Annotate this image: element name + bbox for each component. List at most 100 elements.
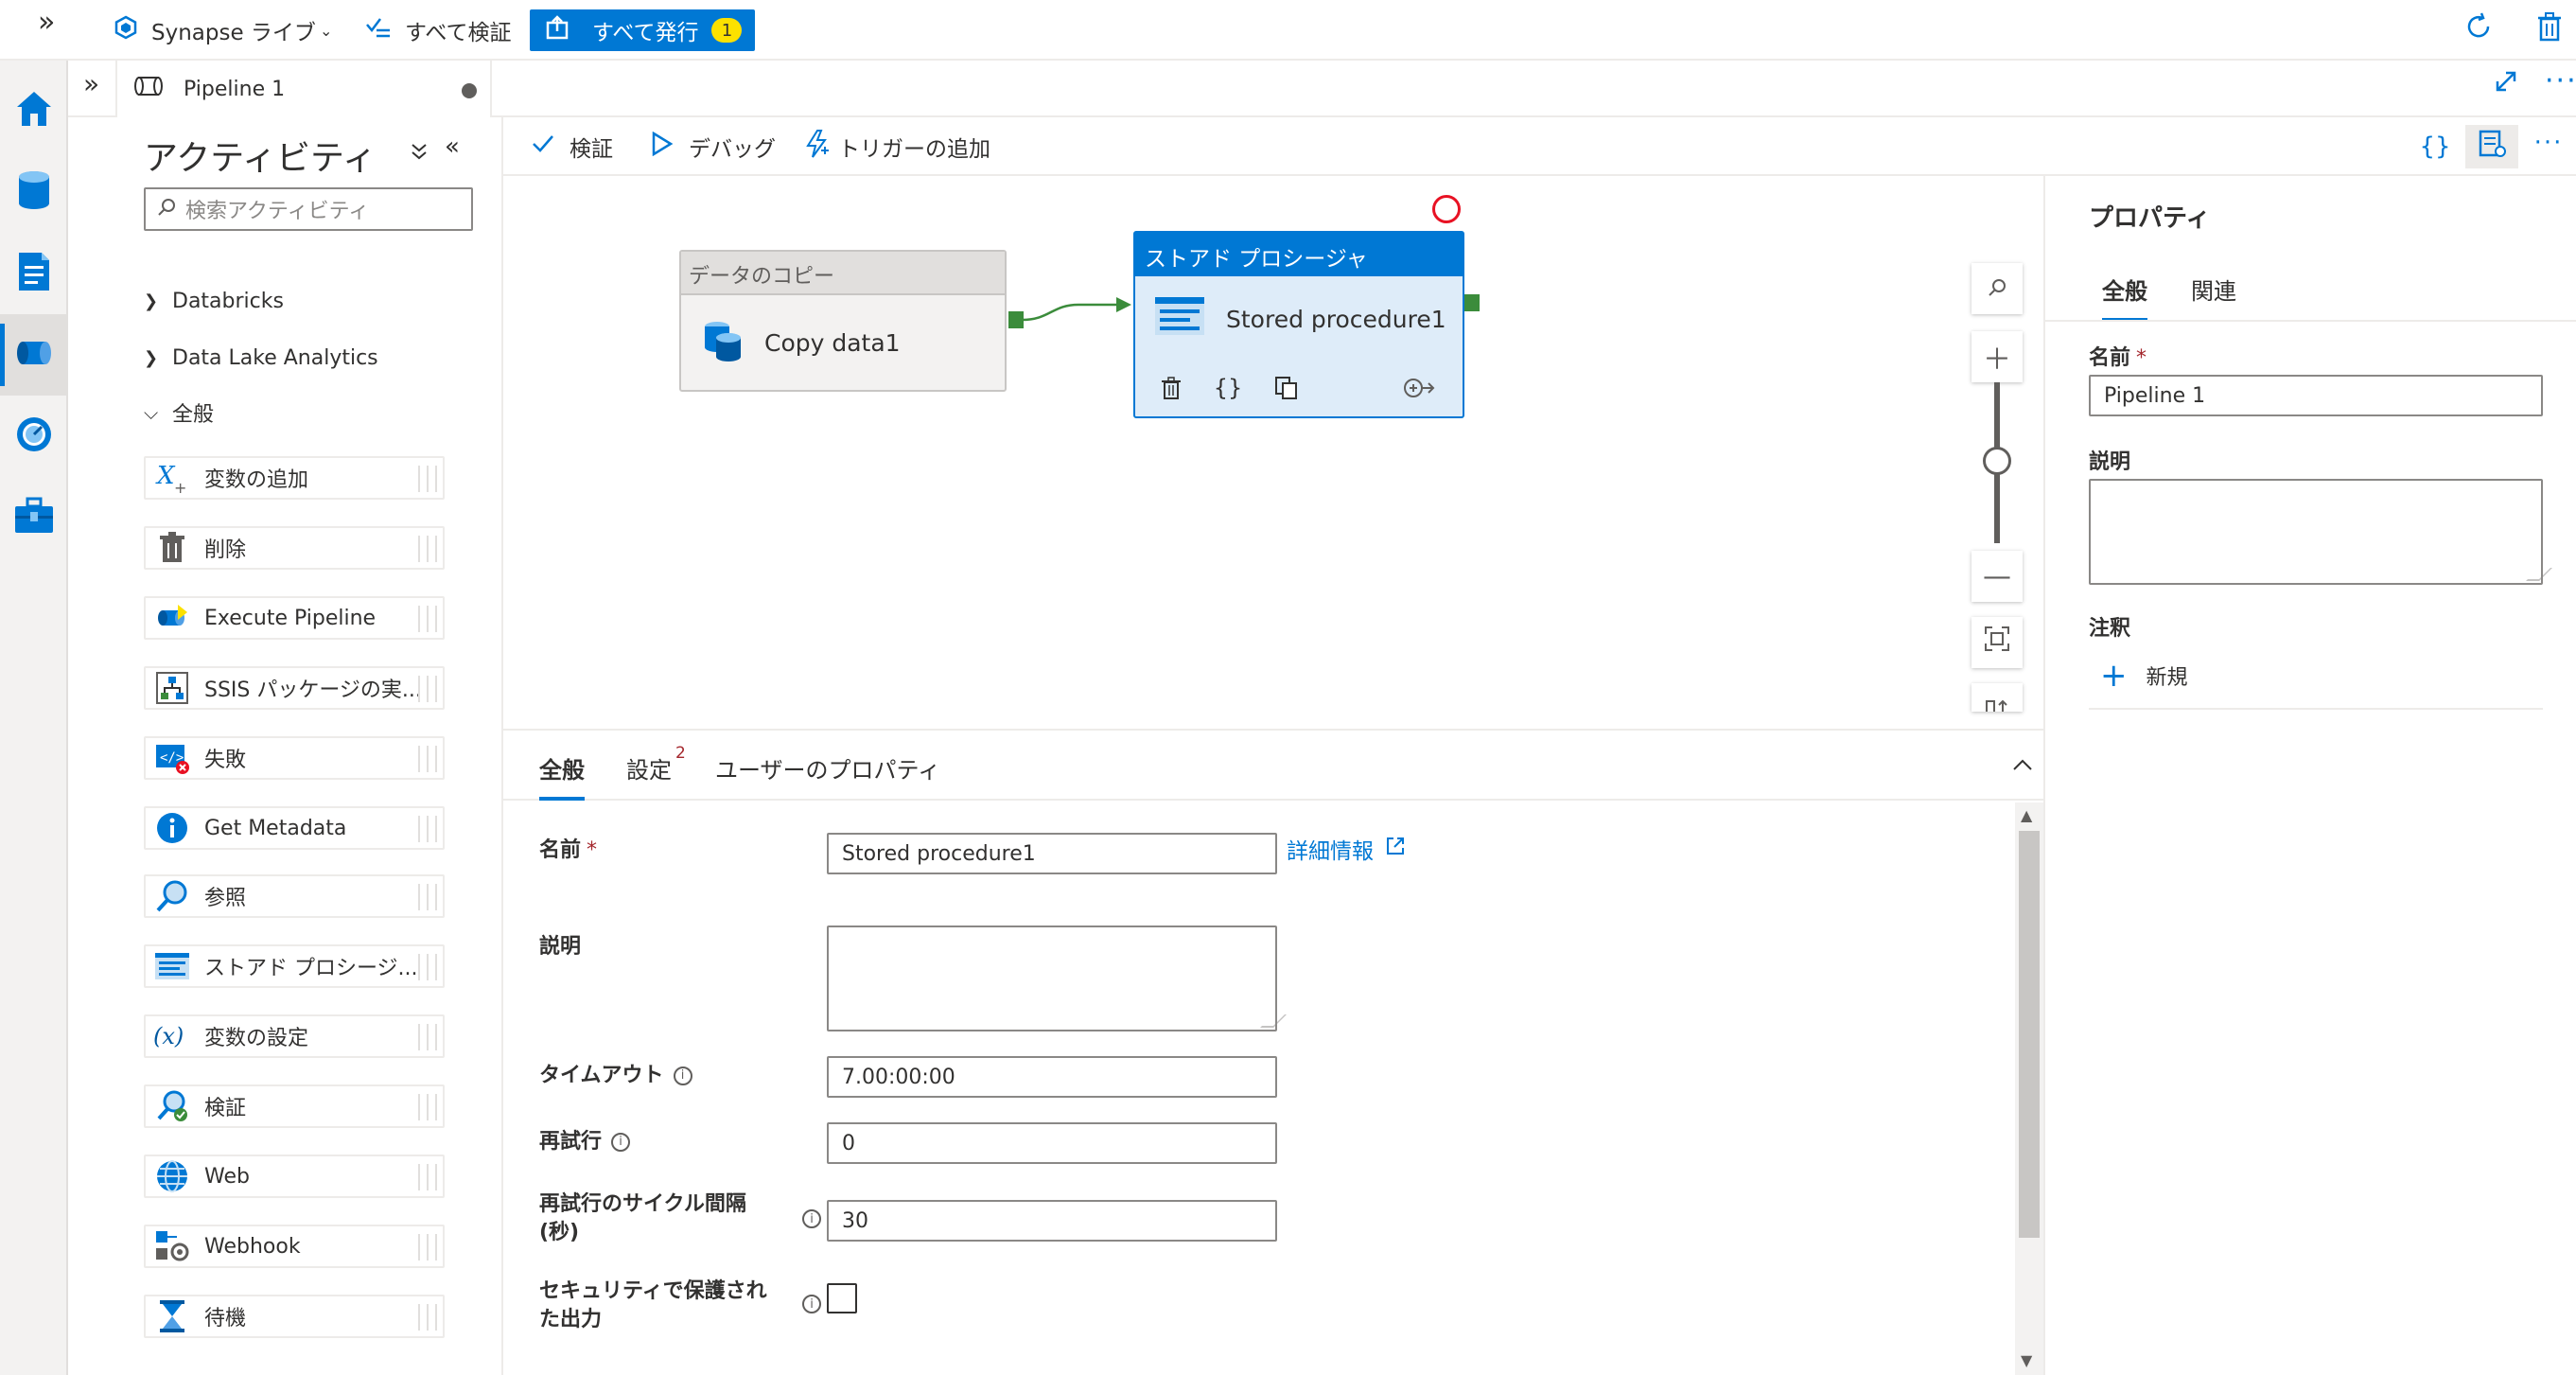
zoom-slider-thumb[interactable]	[1983, 447, 2011, 475]
add-annotation-button[interactable]: + 新規	[2100, 660, 2188, 692]
clone-icon[interactable]	[1270, 371, 1304, 405]
validate-all-button[interactable]: すべて検証	[365, 11, 511, 49]
scroll-down-icon[interactable]: ▼	[2021, 1351, 2032, 1369]
drag-handle[interactable]	[418, 1164, 437, 1190]
collapse-panel-icon[interactable]	[2011, 748, 2034, 779]
activity-lookup[interactable]: 参照	[144, 874, 445, 918]
drag-handle[interactable]	[418, 466, 437, 492]
synapse-live-mode-dropdown[interactable]: Synapse ライブ ⌄	[114, 11, 332, 49]
pipeline-name-input[interactable]: Pipeline 1	[2089, 375, 2543, 416]
drag-handle[interactable]	[418, 746, 437, 772]
activity-node-copy-data[interactable]: データのコピー Copy data1	[679, 250, 1007, 392]
drag-handle[interactable]	[418, 884, 437, 910]
pending-changes-badge: 1	[711, 18, 743, 43]
tab-related[interactable]: 関連	[2191, 273, 2236, 322]
expand-nav-button[interactable]: »	[38, 6, 55, 39]
activity-append-variable[interactable]: X + 変数の追加	[144, 456, 445, 500]
publish-all-button[interactable]: すべて発行 1	[530, 9, 755, 51]
activity-ssis-package[interactable]: SSIS パッケージの実...	[144, 666, 445, 710]
tab-user-properties[interactable]: ユーザーのプロパティ	[715, 751, 940, 801]
nav-data[interactable]	[0, 151, 68, 233]
retry-input[interactable]: 0	[827, 1122, 1277, 1164]
vertical-scrollbar[interactable]: ▲ ▼	[2015, 802, 2043, 1375]
pipeline-description-input[interactable]	[2089, 479, 2552, 585]
discard-icon[interactable]	[2535, 11, 2564, 49]
activity-wait[interactable]: 待機	[144, 1295, 445, 1338]
activity-node-stored-procedure[interactable]: ストアド プロシージャ Stored procedure1 {}	[1133, 231, 1464, 418]
info-icon[interactable]: i	[802, 1295, 821, 1313]
info-icon[interactable]: i	[673, 1067, 692, 1085]
activity-delete[interactable]: 削除	[144, 526, 445, 570]
info-icon[interactable]: i	[611, 1133, 631, 1152]
drag-handle[interactable]	[418, 816, 437, 842]
tab-general[interactable]: 全般	[539, 751, 585, 801]
nav-integrate[interactable]	[0, 314, 68, 396]
info-icon[interactable]: i	[802, 1209, 821, 1228]
group-data-lake-analytics[interactable]: ❯ Data Lake Analytics	[144, 339, 378, 377]
activity-webhook[interactable]: Webhook	[144, 1225, 445, 1268]
auto-align-button[interactable]	[1971, 683, 2023, 712]
activity-stored-procedure[interactable]: ストアド プロシージ...	[144, 944, 445, 988]
retry-interval-input[interactable]: 30	[827, 1200, 1277, 1242]
drag-handle[interactable]	[418, 536, 437, 562]
add-output-icon[interactable]	[1402, 371, 1436, 405]
expand-resource-pane-button[interactable]: »	[83, 68, 99, 99]
tab-pipeline-1[interactable]: Pipeline 1	[115, 61, 492, 117]
success-output-port[interactable]	[1464, 294, 1480, 311]
timeout-input[interactable]: 7.00:00:00	[827, 1056, 1277, 1098]
more-options-icon[interactable]: ···	[2522, 121, 2575, 165]
fit-to-screen-button[interactable]	[1971, 617, 2023, 668]
activity-get-metadata[interactable]: Get Metadata	[144, 806, 445, 850]
label-text: た出力	[539, 1308, 603, 1331]
drag-handle[interactable]	[418, 1304, 437, 1331]
properties-pane-toggle[interactable]	[2465, 125, 2518, 168]
collapse-all-icon[interactable]	[409, 140, 429, 168]
secure-output-checkbox[interactable]	[827, 1283, 857, 1313]
more-options-icon[interactable]: ···	[2545, 64, 2576, 97]
nav-monitor[interactable]	[0, 396, 68, 477]
activity-execute-pipeline[interactable]: Execute Pipeline	[144, 596, 445, 640]
drag-handle[interactable]	[418, 1234, 437, 1260]
drag-handle[interactable]	[418, 954, 437, 980]
delete-icon[interactable]	[1154, 371, 1188, 405]
tab-general[interactable]: 全般	[2102, 273, 2147, 322]
zoom-in-button[interactable]: ＋	[1971, 331, 2023, 382]
drag-handle[interactable]	[418, 1094, 437, 1120]
zoom-out-button[interactable]: —	[1971, 551, 2023, 602]
activity-set-variable[interactable]: (x) 変数の設定	[144, 1014, 445, 1058]
resize-grip[interactable]	[1260, 1014, 1287, 1028]
activity-name-input[interactable]: Stored procedure1	[827, 833, 1277, 874]
add-trigger-button[interactable]: トリガーの追加	[804, 129, 990, 165]
activities-search-input[interactable]: 検索アクティビティ	[144, 187, 473, 231]
activity-web[interactable]: Web	[144, 1155, 445, 1198]
scroll-up-icon[interactable]: ▲	[2021, 806, 2032, 824]
success-output-port[interactable]	[1008, 311, 1024, 328]
learn-more-link[interactable]: 詳細情報	[1287, 833, 1406, 865]
scrollbar-thumb[interactable]	[2019, 831, 2040, 1238]
drag-handle[interactable]	[418, 676, 437, 702]
activity-fail[interactable]: </> 失敗	[144, 736, 445, 780]
code-view-button[interactable]: {}	[2409, 125, 2462, 168]
activity-validation[interactable]: 検証	[144, 1084, 445, 1128]
group-general[interactable]: ⌵ 全般	[144, 394, 214, 432]
drag-handle[interactable]	[418, 606, 437, 632]
maximize-icon[interactable]	[2494, 68, 2518, 101]
debug-button[interactable]: デバッグ	[651, 129, 776, 165]
refresh-icon[interactable]	[2463, 11, 2494, 49]
tab-settings[interactable]: 設定	[626, 751, 672, 801]
search-canvas-button[interactable]	[1971, 263, 2023, 314]
validate-button[interactable]: 検証	[532, 129, 613, 165]
resize-grip[interactable]	[2526, 568, 2552, 581]
code-icon[interactable]: {}	[1211, 371, 1245, 405]
nav-home[interactable]	[0, 70, 68, 151]
pipeline-canvas[interactable]: データのコピー Copy data1 ストアド プロシージャ Stored pr…	[503, 176, 2043, 729]
group-databricks[interactable]: ❯ Databricks	[144, 282, 284, 320]
activity-description-input[interactable]	[827, 925, 1287, 1031]
unsaved-indicator[interactable]	[462, 83, 477, 98]
activity-label: 変数の追加	[204, 468, 309, 492]
drag-handle[interactable]	[418, 1024, 437, 1050]
hide-pane-button[interactable]: «	[445, 132, 460, 161]
error-status-icon[interactable]	[1432, 195, 1461, 223]
nav-develop[interactable]	[0, 233, 68, 314]
nav-manage[interactable]	[0, 477, 68, 558]
